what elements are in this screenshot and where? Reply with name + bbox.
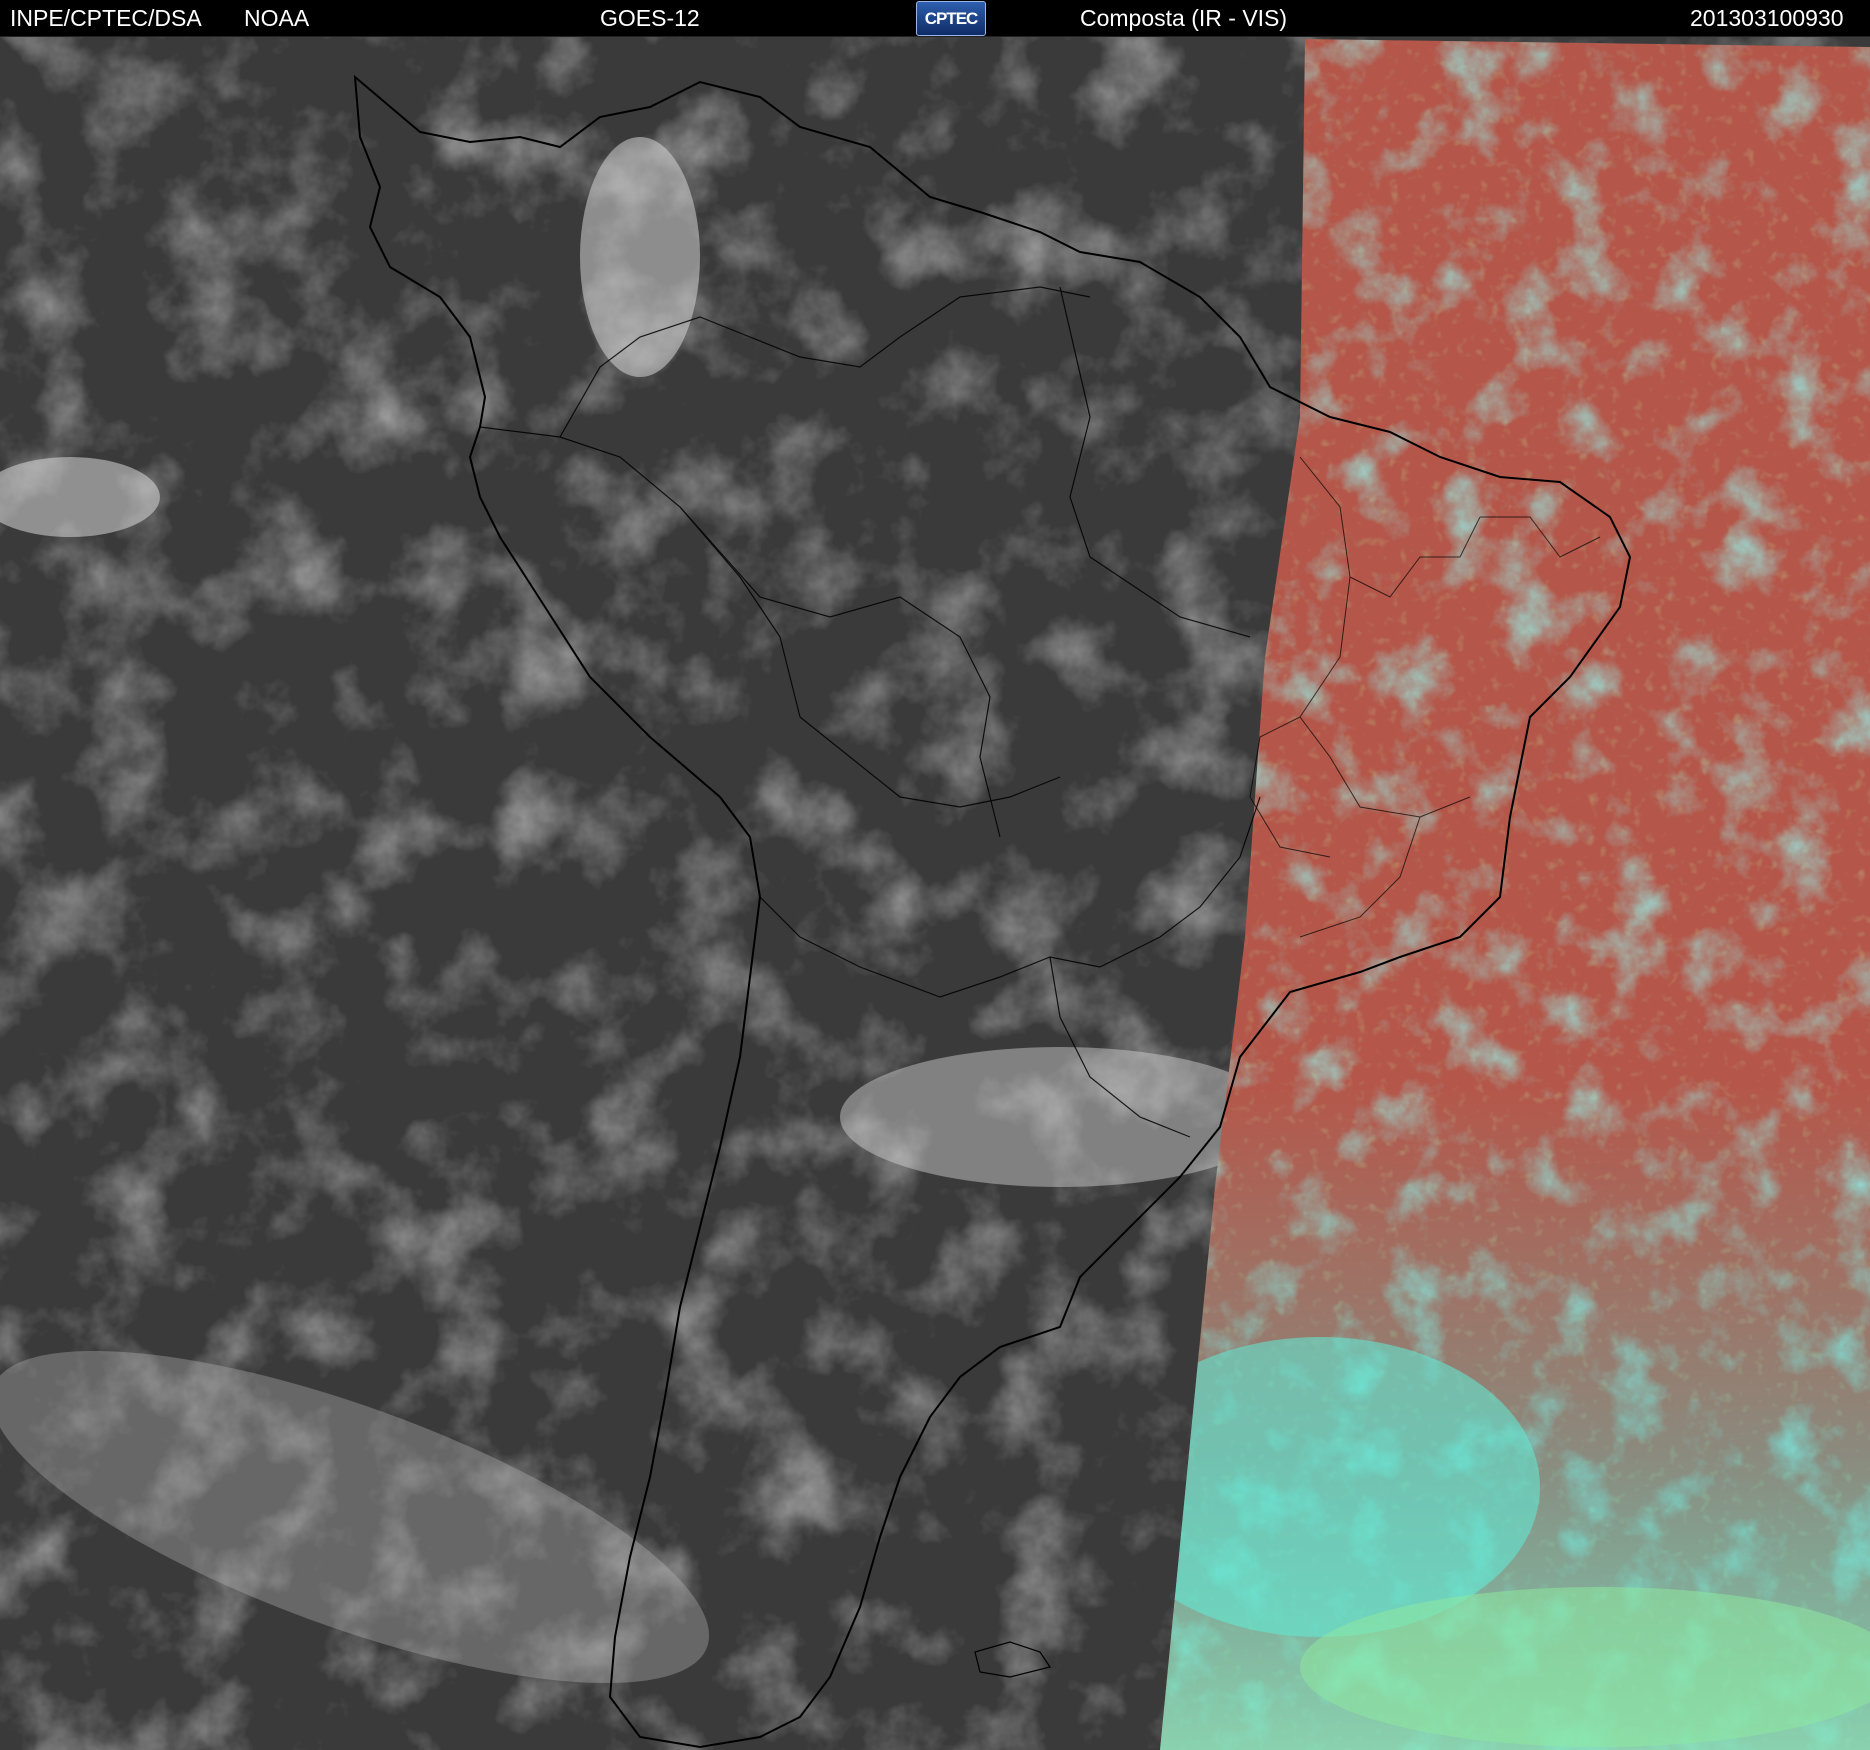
ir-cloud-cluster [580,137,700,377]
timestamp-label: 201303100930 [1690,5,1844,31]
cptec-logo-icon: CPTEC [916,1,986,36]
header-bar: INPE/CPTEC/DSA NOAA GOES-12 CPTEC Compos… [0,0,1870,37]
product-label: Composta (IR - VIS) [1080,5,1288,31]
agency-label: INPE/CPTEC/DSA [10,5,202,31]
satellite-label: GOES-12 [600,5,700,31]
satellite-image-map [0,37,1870,1750]
partner-label: NOAA [244,5,310,31]
ir-cloud-cluster [840,1047,1280,1187]
